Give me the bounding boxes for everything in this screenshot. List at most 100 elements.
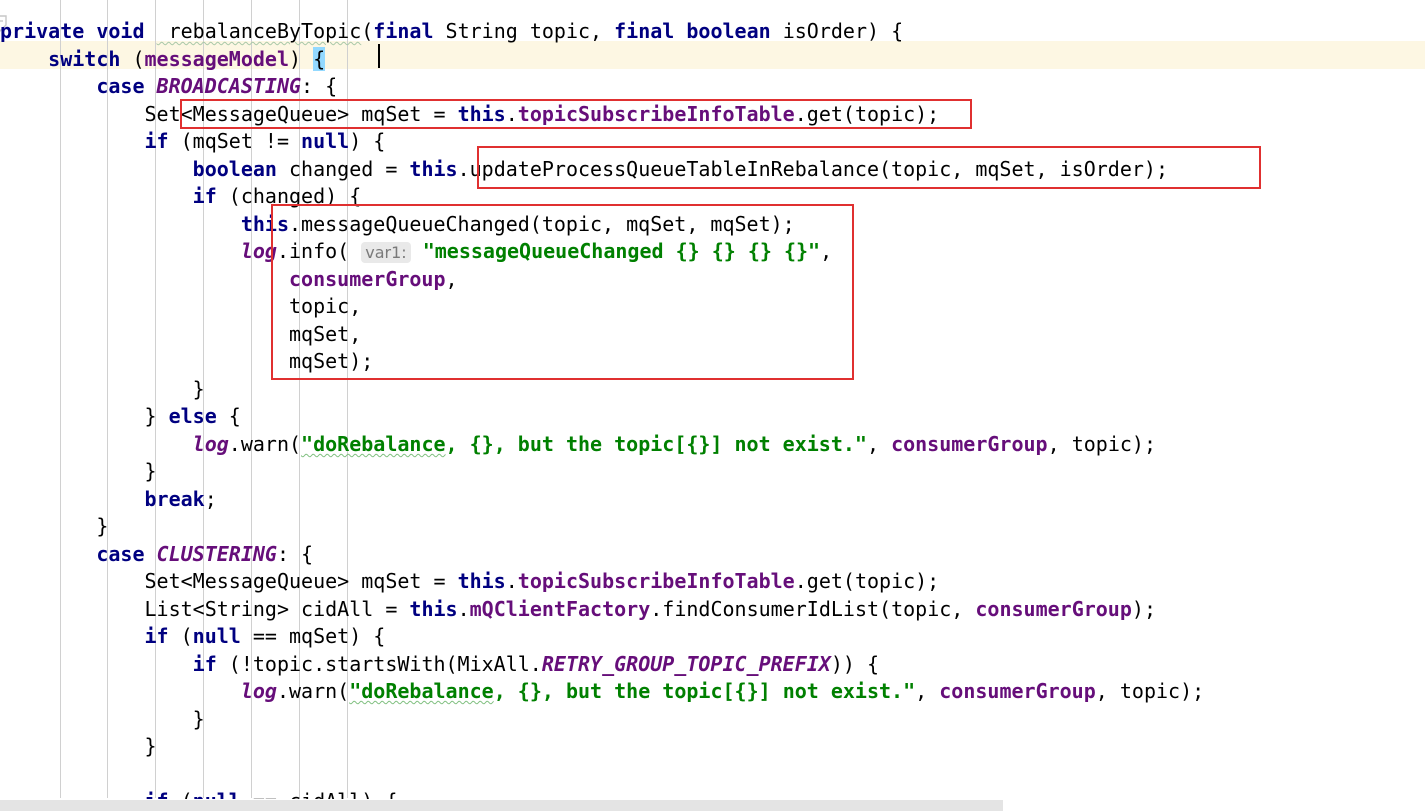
code-line[interactable]: log.warn("doRebalance, {}, but the topic…	[0, 678, 1204, 706]
code-token: (	[132, 47, 145, 71]
code-line[interactable]: this.messageQueueChanged(topic, mqSet, m…	[0, 211, 795, 239]
code-token: CLUSTERING	[156, 542, 277, 566]
code-line[interactable]: topic,	[0, 293, 361, 321]
code-line[interactable]: if (!topic.startsWith(MixAll.RETRY_GROUP…	[0, 651, 879, 679]
code-token: .warn(	[228, 432, 302, 456]
code-token: this	[457, 569, 506, 593]
code-token: log	[0, 239, 277, 263]
code-token: private void	[0, 19, 157, 43]
code-token: }	[0, 459, 157, 483]
code-token: topic,	[0, 294, 362, 318]
code-line[interactable]: Set<MessageQueue> mqSet = this.topicSubs…	[0, 568, 939, 596]
code-token: topicSubscribeInfoTable	[517, 569, 795, 593]
code-token: ,	[820, 239, 833, 263]
code-token: isOrder) {	[782, 19, 904, 43]
code-token: consumerGroup	[939, 679, 1096, 703]
code-token: )	[289, 47, 314, 71]
code-token: .messageQueueChanged(topic, mqSet, mqSet…	[288, 212, 795, 236]
code-token: var1:	[361, 242, 411, 263]
code-line[interactable]: if (changed) {	[0, 183, 362, 211]
code-token: ,	[445, 267, 458, 291]
code-token: .	[457, 597, 470, 621]
code-token: else	[168, 404, 229, 428]
code-token: .	[505, 569, 518, 593]
code-line[interactable]: break;	[0, 486, 216, 514]
code-token: .updateProcessQueueTableInRebalance(topi…	[457, 157, 1168, 181]
code-token: this	[0, 212, 289, 236]
code-line[interactable]: switch (messageModel) {	[0, 46, 326, 74]
text-caret	[378, 44, 380, 68]
code-token: {	[313, 47, 326, 71]
code-token: , {}, but the topic[{}] not exist."	[445, 432, 867, 456]
code-editor[interactable]: private void rebalanceByTopic(final Stri…	[0, 0, 1425, 812]
code-token: }	[0, 734, 157, 758]
code-token: : {	[276, 542, 314, 566]
code-token: mqSet);	[0, 349, 374, 373]
horizontal-scrollbar-track[interactable]	[0, 799, 1425, 812]
code-line[interactable]: mqSet);	[0, 348, 373, 376]
code-token: final boolean	[614, 19, 783, 43]
code-line[interactable]: List<String> cidAll = this.mQClientFacto…	[0, 596, 1156, 624]
code-line[interactable]: }	[0, 458, 157, 486]
code-line[interactable]: }	[0, 733, 157, 761]
code-token: );	[1131, 597, 1156, 621]
code-line[interactable]: }	[0, 706, 205, 734]
code-token: , {}, but the topic[{}] not exist."	[493, 679, 916, 703]
code-line[interactable]: log.warn("doRebalance, {}, but the topic…	[0, 431, 1156, 459]
code-token: this	[409, 597, 458, 621]
code-token: {	[228, 404, 241, 428]
code-token: if	[0, 129, 181, 153]
code-token: Set<MessageQueue> mqSet =	[0, 102, 458, 126]
code-token: log	[0, 432, 229, 456]
code-token: boolean	[0, 157, 289, 181]
code-line[interactable]: case CLUSTERING: {	[0, 541, 313, 569]
code-token: RETRY_GROUP_TOPIC_PREFIX	[541, 652, 831, 676]
code-token: .warn(	[276, 679, 350, 703]
code-token: .get(topic);	[794, 569, 940, 593]
horizontal-scrollbar-thumb[interactable]	[0, 800, 1003, 811]
code-token: mqSet,	[0, 322, 362, 346]
code-token: .findConsumerIdList(topic,	[650, 597, 976, 621]
code-token: }	[0, 514, 109, 538]
code-token: if	[0, 184, 229, 208]
code-line[interactable]: consumerGroup,	[0, 266, 458, 294]
code-line[interactable]: } else {	[0, 403, 241, 431]
code-line[interactable]: private void rebalanceByTopic(final Stri…	[0, 18, 903, 46]
code-token: .	[505, 102, 518, 126]
code-token: (!topic.startsWith(MixAll.	[228, 652, 542, 676]
code-token: switch	[0, 47, 133, 71]
code-line[interactable]: }	[0, 376, 205, 404]
code-token: (mqSet !=	[180, 129, 302, 153]
code-line[interactable]: case BROADCASTING: {	[0, 73, 337, 101]
code-token: "doRebalance	[349, 679, 494, 703]
code-token: mQClientFactory	[469, 597, 651, 621]
code-token: Set<MessageQueue> mqSet =	[0, 569, 458, 593]
code-token: , topic);	[1095, 679, 1205, 703]
code-token: "doRebalance	[301, 432, 446, 456]
code-token: "messageQueueChanged {} {} {} {}"	[410, 239, 821, 263]
code-token: case	[0, 542, 157, 566]
code-token: .get(topic);	[794, 102, 940, 126]
code-line[interactable]: mqSet,	[0, 321, 361, 349]
code-line[interactable]: if (mqSet != null) {	[0, 128, 385, 156]
code-line[interactable]: if (null == mqSet) {	[0, 623, 385, 651]
code-line[interactable]: Set<MessageQueue> mqSet = this.topicSubs…	[0, 101, 939, 129]
code-token: }	[0, 707, 205, 731]
code-token: if	[0, 624, 181, 648]
code-token: , topic);	[1047, 432, 1156, 456]
code-token: if	[0, 652, 229, 676]
code-line[interactable]: }	[0, 513, 108, 541]
code-token: changed =	[288, 157, 410, 181]
code-line[interactable]: boolean changed = this.updateProcessQueu…	[0, 156, 1168, 184]
code-line[interactable]: log.info( var1: "messageQueueChanged {} …	[0, 238, 832, 267]
code-token: ,	[915, 679, 940, 703]
code-token: (	[361, 19, 374, 43]
code-token: consumerGroup	[891, 432, 1048, 456]
code-token: consumerGroup	[0, 267, 446, 291]
code-token: rebalanceByTopic	[156, 19, 362, 43]
code-token: case	[0, 74, 157, 98]
code-token: break	[0, 487, 205, 511]
code-token: .info(	[276, 239, 362, 263]
code-token: null	[192, 624, 241, 648]
code-token: this	[409, 157, 458, 181]
